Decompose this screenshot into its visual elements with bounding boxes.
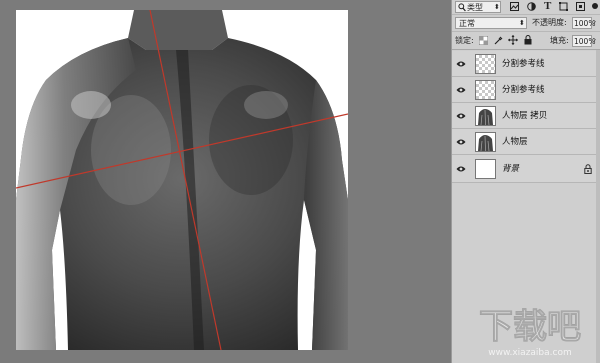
watermark-url: www.xiazaiba.com (488, 348, 572, 358)
back-photo (16, 10, 348, 350)
filter-toggle-icon[interactable] (592, 3, 598, 9)
lock-position-icon[interactable] (508, 35, 518, 48)
chevron-right-icon[interactable]: › (593, 35, 596, 44)
visibility-eye-icon[interactable] (456, 85, 466, 95)
canvas-area[interactable] (0, 0, 451, 363)
layer-row[interactable]: 人物层 (452, 129, 600, 155)
blend-mode-value: 正常 (459, 19, 475, 28)
layer-thumbnail-transparent (475, 80, 496, 100)
watermark-logo: 下载吧 www.xiazaiba.com (462, 300, 598, 360)
visibility-eye-icon[interactable] (456, 164, 466, 174)
layer-filter-row: 类型 ⬍ T (452, 0, 600, 14)
layer-row[interactable]: 分割参考线 (452, 77, 600, 103)
chevron-right-icon[interactable]: › (593, 17, 596, 26)
lock-label: 锁定: (455, 36, 474, 45)
layer-name: 人物层 拷贝 (502, 111, 548, 121)
lock-all-icon[interactable] (524, 35, 532, 48)
watermark-title: 下载吧 (479, 307, 581, 347)
layer-thumbnail-transparent (475, 54, 496, 74)
smart-object-filter-icon[interactable] (576, 2, 585, 14)
layer-name: 背景 (502, 164, 520, 174)
layer-name: 人物层 (502, 137, 528, 147)
fill-input[interactable]: 100% (572, 35, 595, 47)
layer-thumbnail-white (475, 159, 496, 179)
lock-icon (584, 164, 592, 177)
layer-thumbnail-photo (475, 106, 496, 126)
visibility-eye-icon[interactable] (456, 137, 466, 147)
lock-transparent-pixels-icon[interactable] (478, 35, 489, 48)
blend-mode-select[interactable]: 正常 ⬍ (455, 17, 527, 29)
document-canvas[interactable] (16, 10, 348, 350)
filter-kind-label: 类型 (467, 3, 483, 12)
lock-fill-row: 锁定: 填充: 100% › (452, 31, 600, 50)
lock-image-pixels-icon[interactable] (494, 36, 503, 48)
layer-name: 分割参考线 (502, 59, 545, 69)
layer-row-background[interactable]: 背景 (452, 155, 600, 183)
filter-kind-select[interactable]: 类型 ⬍ (455, 1, 501, 13)
adjustment-filter-icon[interactable] (527, 2, 536, 14)
chevron-updown-icon: ⬍ (494, 3, 500, 11)
chevron-updown-icon: ⬍ (519, 19, 525, 27)
layer-row[interactable]: 分割参考线 (452, 51, 600, 77)
opacity-input[interactable]: 100% (572, 17, 595, 29)
image-filter-icon[interactable] (510, 2, 519, 14)
layer-row[interactable]: 人物层 拷贝 (452, 103, 600, 129)
blend-opacity-row: 正常 ⬍ 不透明度: 100% › (452, 14, 600, 31)
visibility-eye-icon[interactable] (456, 59, 466, 69)
opacity-label: 不透明度: (532, 18, 567, 27)
layer-thumbnail-photo (475, 132, 496, 152)
watermark-graphic: 下载吧 www.xiazaiba.com (479, 307, 582, 358)
fill-label: 填充: (550, 36, 569, 45)
type-filter-icon[interactable]: T (544, 0, 551, 12)
layer-name: 分割参考线 (502, 85, 545, 95)
visibility-eye-icon[interactable] (456, 111, 466, 121)
shape-filter-icon[interactable] (559, 2, 569, 14)
